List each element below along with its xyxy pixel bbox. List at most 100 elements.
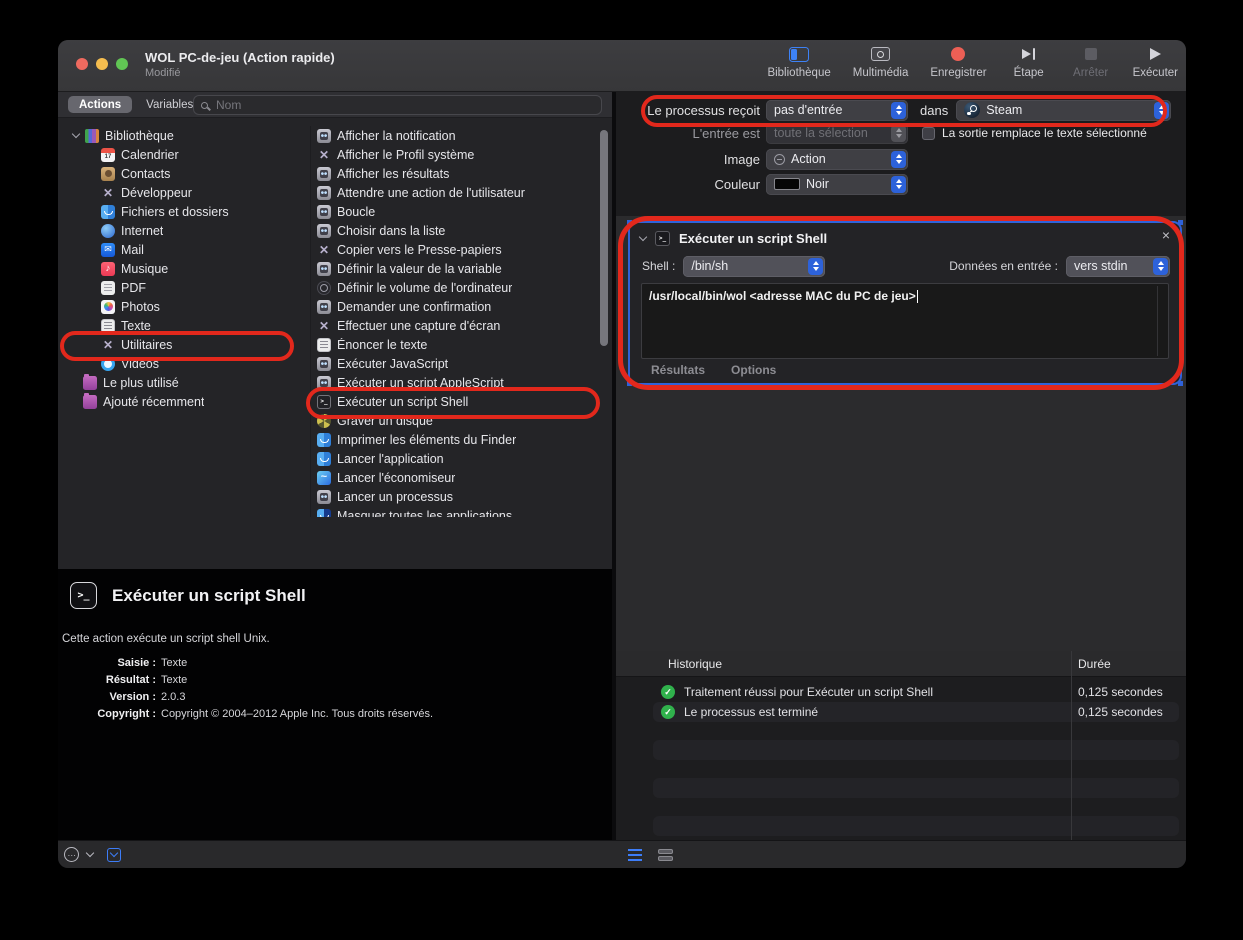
action-list-item[interactable]: Exécuter JavaScript xyxy=(311,354,600,373)
block-header: Exécuter un script Shell × xyxy=(630,223,1180,253)
collapse-chevron-icon[interactable] xyxy=(639,232,647,240)
disclosure-chevron-icon[interactable] xyxy=(72,130,80,138)
sidebar-library-item[interactable]: Texte xyxy=(58,316,310,335)
shell-popup[interactable]: /bin/sh xyxy=(683,256,825,277)
action-list-item[interactable]: Énoncer le texte xyxy=(311,335,600,354)
action-list-item[interactable]: Imprimer les éléments du Finder xyxy=(311,430,600,449)
textdoc-icon xyxy=(317,338,331,352)
sidebar-library-item[interactable]: PDF xyxy=(58,278,310,297)
selection-handle[interactable] xyxy=(1178,381,1183,386)
action-list-item[interactable]: Définir le volume de l'ordinateur xyxy=(311,278,600,297)
action-list-item[interactable]: Définir la valeur de la variable xyxy=(311,259,600,278)
minimize-window-button[interactable] xyxy=(96,58,108,70)
action-list-item[interactable]: Masquer toutes les applications xyxy=(311,506,600,517)
black-color-swatch xyxy=(774,178,800,190)
action-list-item[interactable]: Exécuter un script Shell xyxy=(311,392,600,411)
action-list-item[interactable]: Attendre une action de l'utilisateur xyxy=(311,183,600,202)
image-popup[interactable]: Action xyxy=(766,149,908,170)
action-list-item[interactable]: Exécuter un script AppleScript xyxy=(311,373,600,392)
application-popup[interactable]: Steam xyxy=(956,100,1171,121)
action-list-item[interactable]: Graver un disque xyxy=(311,411,600,430)
action-list-item[interactable]: Afficher les résultats xyxy=(311,164,600,183)
action-list-item[interactable]: Choisir dans la liste xyxy=(311,221,600,240)
more-options-icon[interactable] xyxy=(64,847,79,862)
sidebar-library-item[interactable]: Le plus utilisé xyxy=(58,373,310,392)
duration-column-divider[interactable] xyxy=(1071,651,1072,840)
search-input[interactable] xyxy=(214,97,594,113)
toolbar-button[interactable]: Étape xyxy=(1009,44,1049,79)
history-row[interactable]: Le processus est terminé 0,125 secondes xyxy=(653,702,1179,722)
screensaver-icon xyxy=(317,471,331,485)
options-link[interactable]: Options xyxy=(731,363,776,377)
action-list-item[interactable]: Lancer l'application xyxy=(311,449,600,468)
selection-handle[interactable] xyxy=(1178,220,1183,225)
bottom-bar-left xyxy=(64,841,121,868)
action-list-item[interactable]: Demander une confirmation xyxy=(311,297,600,316)
popup-stepper-icon xyxy=(808,258,823,275)
actions-list: Afficher la notification Afficher le Pro… xyxy=(310,126,600,517)
sidebar-library-item[interactable]: Fichiers et dossiers xyxy=(58,202,310,221)
sidebar-library-item[interactable]: Bibliothèque xyxy=(58,126,310,145)
input-data-popup[interactable]: vers stdin xyxy=(1066,256,1170,277)
hide-icon xyxy=(317,509,331,518)
chevron-down-icon[interactable] xyxy=(86,849,94,857)
action-list-item[interactable]: Boucle xyxy=(311,202,600,221)
action-list-item[interactable]: Afficher le Profil système xyxy=(311,145,600,164)
sidebar-library-item[interactable]: Ajouté récemment xyxy=(58,392,310,411)
image-label: Image xyxy=(616,152,760,167)
sidebar-library-item[interactable]: Contacts xyxy=(58,164,310,183)
input-type-popup[interactable]: pas d'entrée xyxy=(766,100,908,121)
library-sidebar: Bibliothèque Calendrier Contacts Dévelop… xyxy=(58,126,310,517)
image-row: Image Action xyxy=(616,148,1186,170)
sidebar-library-item[interactable]: Utilitaires xyxy=(58,335,310,354)
sidebar-library-item[interactable]: Photos xyxy=(58,297,310,316)
toolbar-button[interactable]: Exécuter xyxy=(1133,44,1178,79)
action-list-item[interactable]: Effectuer une capture d'écran xyxy=(311,316,600,335)
input-selection-row: L'entrée est toute la sélection La sorti… xyxy=(616,123,1186,143)
field-value: Copyright © 2004–2012 Apple Inc. Tous dr… xyxy=(161,708,433,720)
toolbar-button[interactable]: Multimédia xyxy=(853,44,909,79)
toolbar-button[interactable]: Arrêter xyxy=(1071,44,1111,79)
action-list-item[interactable]: Lancer un processus xyxy=(311,487,600,506)
variables-toggle-icon[interactable] xyxy=(107,848,121,862)
description-title: Exécuter un script Shell xyxy=(112,586,306,606)
titlebar: WOL PC-de-jeu (Action rapide) Modifié Bi… xyxy=(58,40,1186,92)
close-block-icon[interactable]: × xyxy=(1162,227,1170,243)
history-header: Historique Durée xyxy=(616,651,1186,677)
selection-handle[interactable] xyxy=(627,220,632,225)
action-list-item[interactable]: Lancer l'économiseur xyxy=(311,468,600,487)
toolbar-button[interactable]: Enregistrer xyxy=(930,44,986,79)
results-link[interactable]: Résultats xyxy=(651,363,705,377)
sidebar-library-item[interactable]: Internet xyxy=(58,221,310,240)
tab-variables[interactable]: Variables xyxy=(146,99,193,111)
history-row[interactable]: Traitement réussi pour Exécuter un scrip… xyxy=(653,682,1179,702)
field-key: Copyright : xyxy=(58,708,156,720)
automator-icon xyxy=(317,490,331,504)
shell-script-terminal-icon xyxy=(70,582,97,609)
tab-actions[interactable]: Actions xyxy=(68,96,132,113)
xtools-icon xyxy=(101,338,115,352)
run-shell-script-block[interactable]: Exécuter un script Shell × Shell : /bin/… xyxy=(630,223,1180,383)
sidebar-library-item[interactable]: Musique xyxy=(58,259,310,278)
input-is-label: L'entrée est xyxy=(616,126,760,141)
action-list-item[interactable]: Copier vers le Presse-papiers xyxy=(311,240,600,259)
history-empty-row xyxy=(653,740,1179,760)
sidebar-library-item[interactable]: Calendrier xyxy=(58,145,310,164)
sidebar-library-item[interactable]: Vidéos xyxy=(58,354,310,373)
action-list-item[interactable]: Afficher la notification xyxy=(311,126,600,145)
finder-icon xyxy=(317,452,331,466)
panel-view-icon[interactable] xyxy=(658,849,673,861)
color-popup[interactable]: Noir xyxy=(766,174,908,195)
close-window-button[interactable] xyxy=(76,58,88,70)
sidebar-library-item[interactable]: Développeur xyxy=(58,183,310,202)
sidebar-library-item[interactable]: Mail xyxy=(58,240,310,259)
log-list-view-icon[interactable] xyxy=(628,849,642,851)
actions-list-scrollbar[interactable] xyxy=(600,130,608,346)
selection-handle[interactable] xyxy=(627,381,632,386)
shell-script-editor[interactable]: /usr/local/bin/wol <adresse MAC du PC de… xyxy=(641,283,1169,359)
output-replaces-checkbox[interactable] xyxy=(922,127,935,140)
search-field[interactable] xyxy=(193,95,602,115)
folder-icon xyxy=(83,376,97,390)
toolbar-button[interactable]: Bibliothèque xyxy=(767,44,830,79)
zoom-window-button[interactable] xyxy=(116,58,128,70)
